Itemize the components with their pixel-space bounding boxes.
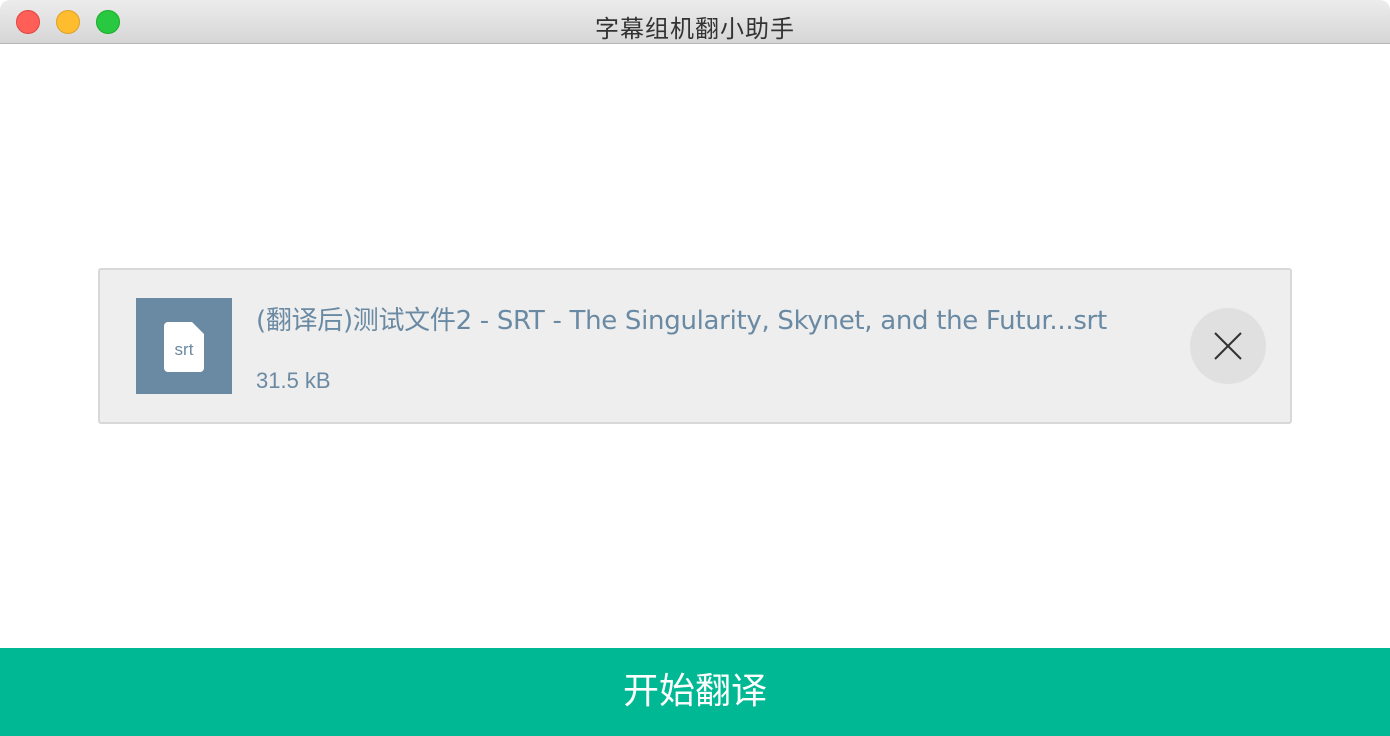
close-icon [1214,332,1242,360]
file-thumbnail: srt [136,298,232,394]
file-extension-label: srt [174,340,194,359]
file-icon: srt [164,322,204,372]
file-size: 31.5 kB [256,368,331,393]
start-translation-button[interactable]: 开始翻译 [0,648,1390,736]
window-title: 字幕组机翻小助手 [595,15,795,43]
remove-file-button[interactable] [1190,308,1266,384]
file-name: (翻译后)测试文件2 - SRT - The Singularity, Skyn… [256,306,1107,336]
file-card: srt (翻译后)测试文件2 - SRT - The Singularity, … [98,268,1292,424]
app-window: 字幕组机翻小助手 srt (翻译后)测试文件2 - SRT - The Sing… [0,0,1390,736]
title-bar[interactable]: 字幕组机翻小助手 [0,0,1390,44]
